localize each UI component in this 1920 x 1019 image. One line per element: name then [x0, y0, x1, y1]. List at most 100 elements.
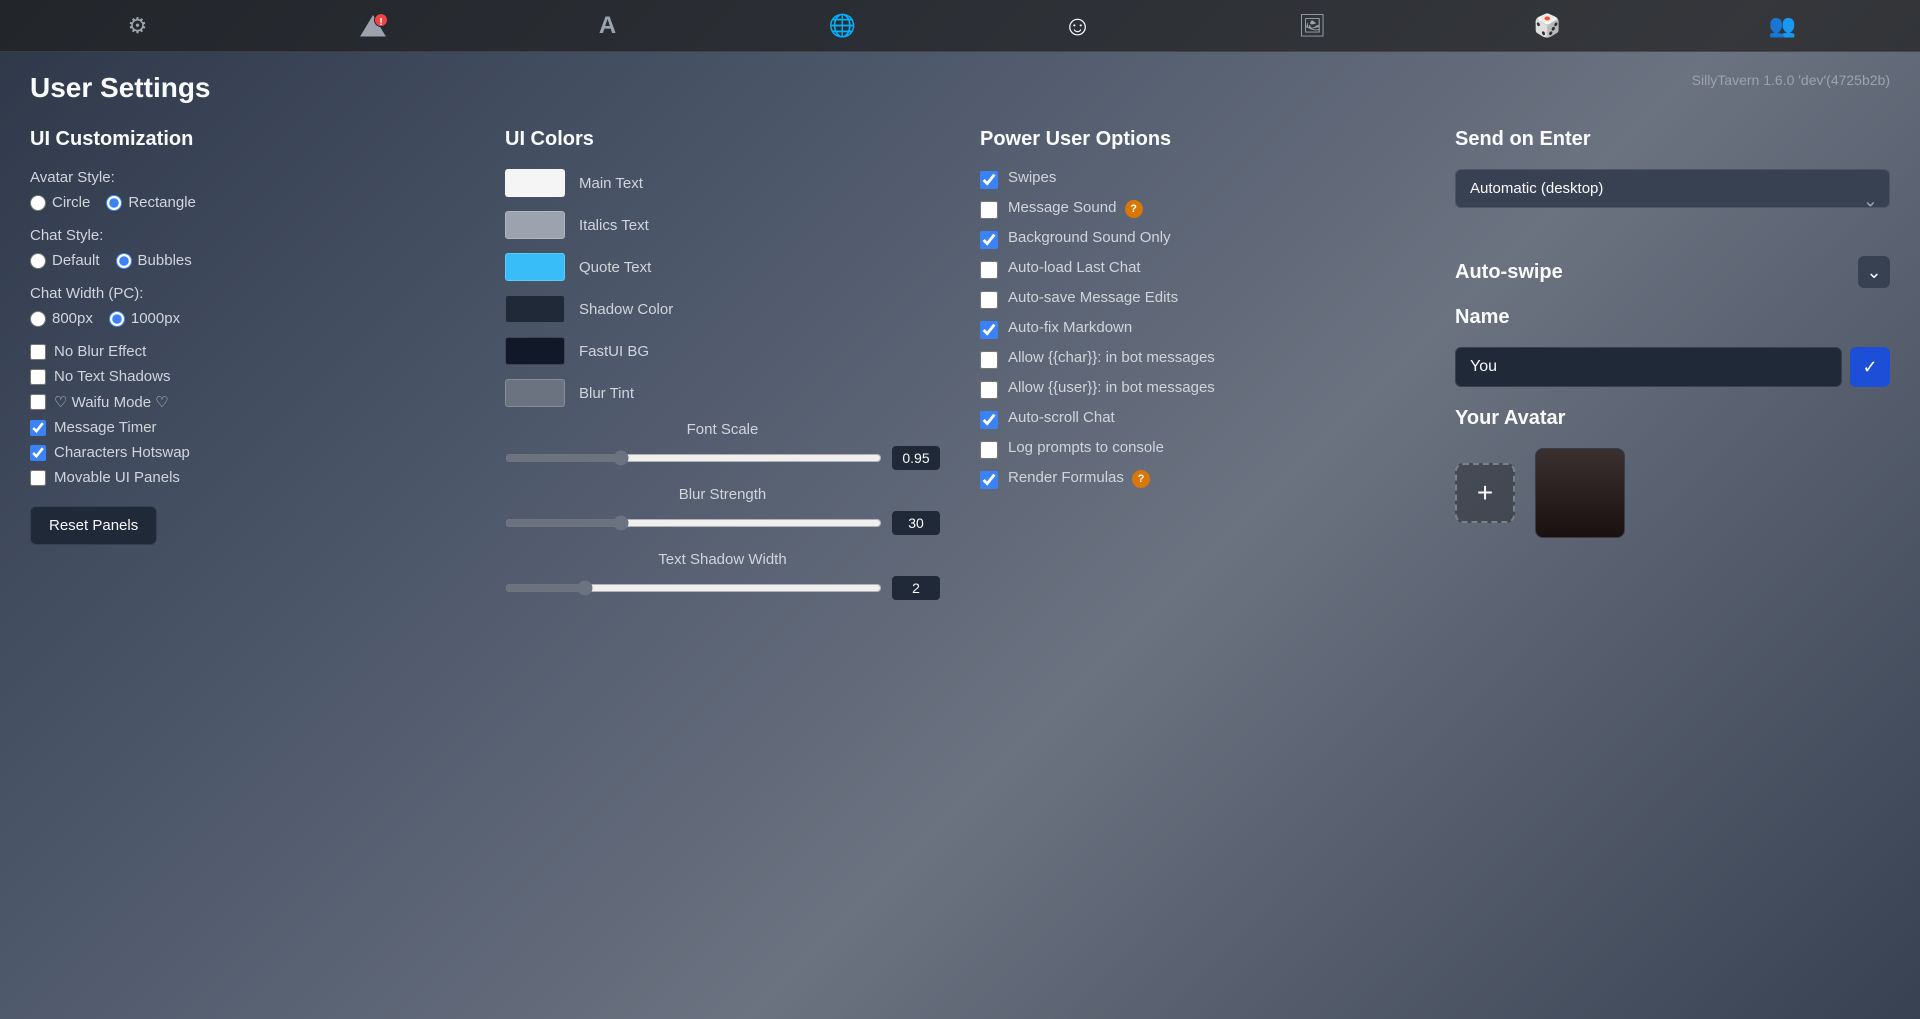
no-text-shadows-label: No Text Shadows: [54, 368, 170, 385]
chat-style-group: Chat Style: Default Bubbles: [30, 227, 465, 269]
auto-fix-md-option[interactable]: Auto-fix Markdown: [980, 319, 1415, 339]
settings-icon[interactable]: ⚙: [120, 8, 156, 44]
bg-sound-option[interactable]: Background Sound Only: [980, 229, 1415, 249]
allow-char-checkbox[interactable]: [980, 351, 998, 369]
auto-swipe-collapse-button[interactable]: ⌄: [1858, 256, 1890, 288]
emoji-icon[interactable]: ☺: [1060, 8, 1096, 44]
avatar-rectangle-radio[interactable]: [106, 195, 122, 211]
bg-sound-checkbox[interactable]: [980, 231, 998, 249]
swipes-label: Swipes: [1008, 169, 1056, 186]
contacts-icon[interactable]: 👥: [1765, 8, 1801, 44]
avatar-preview[interactable]: [1535, 448, 1625, 538]
chat-bubbles-option[interactable]: Bubbles: [116, 252, 192, 269]
auto-fix-md-checkbox[interactable]: [980, 321, 998, 339]
auto-scroll-checkbox[interactable]: [980, 411, 998, 429]
main-text-label: Main Text: [579, 175, 643, 192]
chat-width-label: Chat Width (PC):: [30, 285, 465, 302]
blur-strength-slider[interactable]: [505, 515, 882, 531]
movable-ui-checkbox[interactable]: [30, 470, 46, 486]
no-blur-label: No Blur Effect: [54, 343, 146, 360]
ui-customization-title: UI Customization: [30, 128, 465, 151]
avatar-section: Your Avatar +: [1455, 407, 1890, 538]
fastui-bg-swatch[interactable]: [505, 337, 565, 365]
render-formulas-checkbox[interactable]: [980, 471, 998, 489]
error-icon[interactable]: !: [355, 8, 391, 44]
chat-1000px-option[interactable]: 1000px: [109, 310, 180, 327]
name-confirm-button[interactable]: ✓: [1850, 347, 1890, 387]
reset-panels-button[interactable]: Reset Panels: [30, 506, 157, 545]
avatar-style-group: Avatar Style: Circle Rectangle: [30, 169, 465, 211]
version-text: SillyTavern 1.6.0 'dev'(4725b2b): [1692, 72, 1890, 88]
allow-user-option[interactable]: Allow {{user}}: in bot messages: [980, 379, 1415, 399]
render-formulas-help-icon: ?: [1132, 470, 1150, 488]
message-sound-checkbox[interactable]: [980, 201, 998, 219]
main-text-swatch[interactable]: [505, 169, 565, 197]
auto-save-edits-option[interactable]: Auto-save Message Edits: [980, 289, 1415, 309]
avatar-upload-button[interactable]: +: [1455, 463, 1515, 523]
allow-user-checkbox[interactable]: [980, 381, 998, 399]
movable-ui-checkbox-item[interactable]: Movable UI Panels: [30, 469, 465, 486]
font-scale-value: 0.95: [892, 446, 940, 470]
waifu-mode-checkbox[interactable]: [30, 394, 46, 410]
quote-text-swatch[interactable]: [505, 253, 565, 281]
text-shadow-width-slider[interactable]: [505, 580, 882, 596]
chars-hotswap-label: Characters Hotswap: [54, 444, 190, 461]
no-blur-checkbox-item[interactable]: No Blur Effect: [30, 343, 465, 360]
chat-default-label: Default: [52, 252, 100, 269]
main-content: User Settings SillyTavern 1.6.0 'dev'(47…: [0, 52, 1920, 636]
font-icon[interactable]: A: [590, 8, 626, 44]
send-on-enter-select-wrapper: Automatic (desktop) Always Never: [1455, 169, 1890, 232]
shadow-color-swatch[interactable]: [505, 295, 565, 323]
globe-icon[interactable]: 🌐: [825, 8, 861, 44]
allow-char-option[interactable]: Allow {{char}}: in bot messages: [980, 349, 1415, 369]
avatar-rectangle-option[interactable]: Rectangle: [106, 194, 196, 211]
message-timer-checkbox-item[interactable]: Message Timer: [30, 419, 465, 436]
name-input[interactable]: [1455, 347, 1842, 387]
auto-load-label: Auto-load Last Chat: [1008, 259, 1141, 276]
avatar-circle-radio[interactable]: [30, 195, 46, 211]
auto-save-edits-checkbox[interactable]: [980, 291, 998, 309]
avatar-rectangle-label: Rectangle: [128, 194, 196, 211]
auto-load-checkbox[interactable]: [980, 261, 998, 279]
log-prompts-checkbox[interactable]: [980, 441, 998, 459]
chat-default-radio[interactable]: [30, 253, 46, 269]
chat-bubbles-radio[interactable]: [116, 253, 132, 269]
auto-scroll-option[interactable]: Auto-scroll Chat: [980, 409, 1415, 429]
message-sound-option[interactable]: Message Sound ?: [980, 199, 1415, 219]
message-timer-checkbox[interactable]: [30, 420, 46, 436]
chat-default-option[interactable]: Default: [30, 252, 100, 269]
auto-load-option[interactable]: Auto-load Last Chat: [980, 259, 1415, 279]
chat-800px-radio[interactable]: [30, 311, 46, 327]
chat-1000px-radio[interactable]: [109, 311, 125, 327]
render-formulas-option[interactable]: Render Formulas ?: [980, 469, 1415, 489]
waifu-mode-checkbox-item[interactable]: ♡ Waifu Mode ♡: [30, 393, 465, 411]
message-timer-label: Message Timer: [54, 419, 157, 436]
swipes-checkbox[interactable]: [980, 171, 998, 189]
chat-style-label: Chat Style:: [30, 227, 465, 244]
bg-sound-label: Background Sound Only: [1008, 229, 1171, 246]
font-scale-slider[interactable]: [505, 450, 882, 466]
log-prompts-option[interactable]: Log prompts to console: [980, 439, 1415, 459]
movable-ui-label: Movable UI Panels: [54, 469, 180, 486]
no-text-shadows-checkbox-item[interactable]: No Text Shadows: [30, 368, 465, 385]
no-blur-checkbox[interactable]: [30, 344, 46, 360]
image-icon[interactable]: 🖼: [1295, 8, 1331, 44]
chars-hotswap-checkbox[interactable]: [30, 445, 46, 461]
chat-800px-option[interactable]: 800px: [30, 310, 93, 327]
columns-layout: UI Customization Avatar Style: Circle Re…: [30, 128, 1890, 616]
chat-style-radios: Default Bubbles: [30, 252, 465, 269]
header-row: User Settings SillyTavern 1.6.0 'dev'(47…: [30, 72, 1890, 104]
swipes-option[interactable]: Swipes: [980, 169, 1415, 189]
chat-bubbles-label: Bubbles: [138, 252, 192, 269]
blocks-icon[interactable]: 🎲: [1530, 8, 1566, 44]
chars-hotswap-checkbox-item[interactable]: Characters Hotswap: [30, 444, 465, 461]
italics-text-swatch[interactable]: [505, 211, 565, 239]
ui-colors-title: UI Colors: [505, 128, 940, 151]
no-text-shadows-checkbox[interactable]: [30, 369, 46, 385]
auto-save-edits-label: Auto-save Message Edits: [1008, 289, 1178, 306]
avatar-circle-option[interactable]: Circle: [30, 194, 90, 211]
svg-text:!: !: [379, 17, 382, 28]
send-on-enter-select[interactable]: Automatic (desktop) Always Never: [1455, 169, 1890, 208]
text-shadow-width-slider-row: 2: [505, 576, 940, 600]
blur-tint-swatch[interactable]: [505, 379, 565, 407]
